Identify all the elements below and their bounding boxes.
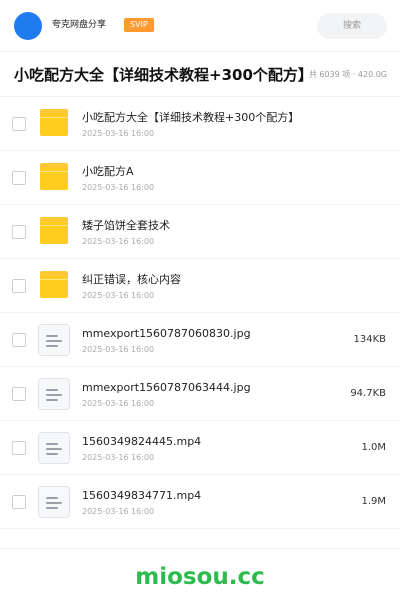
folder-icon xyxy=(38,270,70,302)
file-size: 134KB xyxy=(353,334,386,345)
file-row[interactable]: 小吃配方大全【详细技术教程+300个配方】 2025-03-16 16:00 xyxy=(0,97,400,151)
header-bar: 夸克网盘分享 SVIP 搜索 xyxy=(0,0,400,52)
file-date: 2025-03-16 16:00 xyxy=(82,291,155,300)
file-date: 2025-03-16 16:00 xyxy=(82,237,155,246)
file-name[interactable]: 矮子馅饼全套技术 xyxy=(82,219,170,233)
file-row[interactable]: mmexport1560787063444.jpg 2025-03-16 16:0… xyxy=(0,367,400,421)
file-size: 1.9M xyxy=(361,496,386,507)
select-checkbox[interactable] xyxy=(12,441,26,455)
document-icon xyxy=(38,432,70,464)
file-date: 2025-03-16 16:00 xyxy=(82,183,155,192)
document-icon xyxy=(38,378,70,410)
select-checkbox[interactable] xyxy=(12,333,26,347)
file-name[interactable]: 小吃配方A xyxy=(82,165,134,179)
select-checkbox[interactable] xyxy=(12,495,26,509)
search-input[interactable]: 搜索 xyxy=(317,13,387,39)
file-name[interactable]: 1560349834771.mp4 xyxy=(82,489,201,503)
folder-icon xyxy=(38,108,70,140)
footer-divider xyxy=(0,548,400,549)
file-list: 小吃配方大全【详细技术教程+300个配方】 2025-03-16 16:00 小吃配… xyxy=(0,97,400,529)
file-name[interactable]: mmexport1560787063444.jpg xyxy=(82,381,251,395)
file-size: 94.7KB xyxy=(350,388,386,399)
file-row[interactable]: 矮子馅饼全套技术 2025-03-16 16:00 xyxy=(0,205,400,259)
select-checkbox[interactable] xyxy=(12,171,26,185)
document-icon xyxy=(38,324,70,356)
file-date: 2025-03-16 16:00 xyxy=(82,345,155,354)
file-name[interactable]: mmexport1560787060830.jpg xyxy=(82,327,251,341)
file-row[interactable]: 1560349824445.mp4 2025-03-16 16:00 1.0M xyxy=(0,421,400,475)
file-size: 1.0M xyxy=(361,442,386,453)
document-icon xyxy=(38,486,70,518)
file-date: 2025-03-16 16:00 xyxy=(82,507,155,516)
site-watermark: miosou.cc xyxy=(135,564,265,590)
page-title: 小吃配方大全【详细技术教程+300个配方】 xyxy=(14,66,313,84)
item-count-summary: 共 6039 项 · 420.0G xyxy=(308,70,387,79)
file-row[interactable]: 1560349834771.mp4 2025-03-16 16:00 1.9M xyxy=(0,475,400,529)
file-row[interactable]: 小吃配方A 2025-03-16 16:00 xyxy=(0,151,400,205)
folder-icon xyxy=(38,216,70,248)
folder-title-bar: 小吃配方大全【详细技术教程+300个配方】 共 6039 项 · 420.0G xyxy=(0,53,400,97)
select-checkbox[interactable] xyxy=(12,279,26,293)
avatar[interactable] xyxy=(14,12,42,40)
select-checkbox[interactable] xyxy=(12,225,26,239)
file-row[interactable]: 纠正错误，核心内容 2025-03-16 16:00 xyxy=(0,259,400,313)
file-date: 2025-03-16 16:00 xyxy=(82,129,155,138)
file-date: 2025-03-16 16:00 xyxy=(82,453,155,462)
file-name[interactable]: 纠正错误，核心内容 xyxy=(82,273,181,287)
sharer-name: 夸克网盘分享 xyxy=(52,20,107,30)
share-page: 夸克网盘分享 SVIP 搜索 小吃配方大全【详细技术教程+300个配方】 共 6… xyxy=(0,0,400,600)
select-checkbox[interactable] xyxy=(12,387,26,401)
file-name[interactable]: 小吃配方大全【详细技术教程+300个配方】 xyxy=(82,111,299,125)
svip-badge: SVIP xyxy=(124,18,154,32)
file-row[interactable]: mmexport1560787060830.jpg 2025-03-16 16:0… xyxy=(0,313,400,367)
file-name[interactable]: 1560349824445.mp4 xyxy=(82,435,201,449)
file-date: 2025-03-16 16:00 xyxy=(82,399,155,408)
select-checkbox[interactable] xyxy=(12,117,26,131)
folder-icon xyxy=(38,162,70,194)
